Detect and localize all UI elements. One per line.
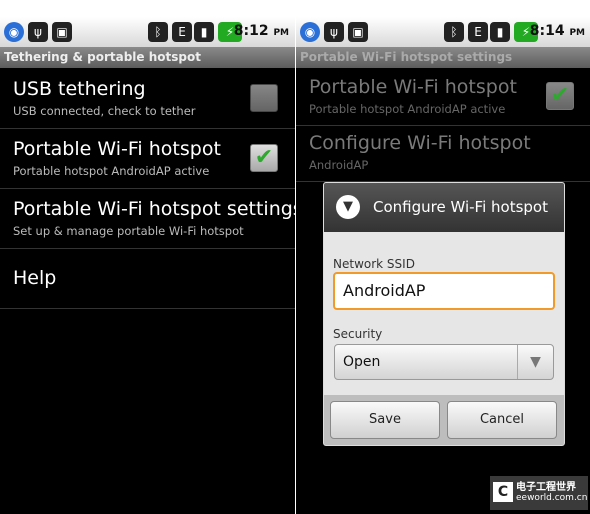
android-icon: ▣: [348, 22, 368, 42]
wifi-icon: ◉: [300, 22, 320, 42]
chevron-down-icon: ▼: [336, 195, 360, 219]
dropdown-arrow-icon: ▼: [517, 345, 553, 379]
usb-tethering-item[interactable]: USB tethering USB connected, check to te…: [0, 68, 295, 129]
watermark-site: eeworld.com.cn: [516, 493, 588, 503]
button-bar: Save Cancel: [324, 395, 564, 445]
edge-data-icon: E: [468, 22, 488, 42]
wifi-hotspot-checkbox[interactable]: ✔: [250, 144, 278, 172]
item-title: Portable Wi-Fi hotspot: [309, 76, 517, 98]
edge-data-icon: E: [172, 22, 192, 42]
left-screen: ◉ ψ ▣ ᛒ E ▮ ⚡ 8:12 PM Tethering & portab…: [0, 17, 295, 514]
status-bar: ◉ ψ ▣ ᛒ E ▮ ⚡ 8:14 PM: [296, 17, 590, 47]
item-title: Portable Wi-Fi hotspot settings: [13, 198, 295, 220]
android-icon: ▣: [52, 22, 72, 42]
dialog-header: ▼ Configure Wi-Fi hotspot: [324, 183, 564, 232]
wifi-hotspot-item[interactable]: Portable Wi-Fi hotspot Portable hotspot …: [296, 68, 590, 126]
item-subtitle: AndroidAP: [309, 158, 369, 172]
item-subtitle: Portable hotspot AndroidAP active: [309, 102, 506, 116]
ssid-label: Network SSID: [333, 257, 415, 271]
signal-icon: ▮: [194, 22, 214, 42]
clock: 8:12 PM: [233, 23, 289, 39]
wifi-hotspot-item[interactable]: Portable Wi-Fi hotspot Portable hotspot …: [0, 129, 295, 189]
usb-icon: ψ: [324, 22, 344, 42]
security-select[interactable]: Open ▼: [334, 344, 554, 380]
bluetooth-icon: ᛒ: [444, 22, 464, 42]
item-title: Portable Wi-Fi hotspot: [13, 138, 221, 160]
save-button[interactable]: Save: [330, 401, 440, 439]
logo-icon: C: [493, 482, 513, 502]
page-title: Tethering & portable hotspot: [0, 47, 295, 68]
wifi-icon: ◉: [4, 22, 24, 42]
page-title: Portable Wi-Fi hotspot settings: [296, 47, 590, 68]
right-screen: ◉ ψ ▣ ᛒ E ▮ ⚡ 8:14 PM Portable Wi-Fi hot…: [296, 17, 590, 514]
item-title: Help: [13, 267, 57, 289]
item-subtitle: USB connected, check to tether: [13, 104, 196, 118]
usb-icon: ψ: [28, 22, 48, 42]
item-subtitle: Set up & manage portable Wi-Fi hotspot: [13, 224, 244, 238]
item-title: Configure Wi-Fi hotspot: [309, 132, 531, 154]
configure-hotspot-dialog: ▼ Configure Wi-Fi hotspot Network SSID A…: [323, 182, 565, 446]
usb-tethering-checkbox[interactable]: [250, 84, 278, 112]
bluetooth-icon: ᛒ: [148, 22, 168, 42]
watermark-cn: 电子工程世界: [516, 482, 576, 493]
help-item[interactable]: Help: [0, 249, 295, 309]
security-value: Open: [343, 354, 381, 370]
cancel-button[interactable]: Cancel: [447, 401, 557, 439]
ssid-input[interactable]: AndroidAP: [333, 272, 555, 310]
watermark-logo: C 电子工程世界 eeworld.com.cn: [490, 476, 588, 510]
signal-icon: ▮: [490, 22, 510, 42]
clock: 8:14 PM: [529, 23, 585, 39]
status-bar: ◉ ψ ▣ ᛒ E ▮ ⚡ 8:12 PM: [0, 17, 295, 47]
wifi-hotspot-checkbox[interactable]: ✔: [546, 82, 574, 110]
item-title: USB tethering: [13, 78, 146, 100]
configure-hotspot-item[interactable]: Configure Wi-Fi hotspot AndroidAP: [296, 126, 590, 182]
item-subtitle: Portable hotspot AndroidAP active: [13, 164, 210, 178]
dialog-title: Configure Wi-Fi hotspot: [373, 198, 548, 216]
security-label: Security: [333, 327, 383, 341]
hotspot-settings-item[interactable]: Portable Wi-Fi hotspot settings Set up &…: [0, 189, 295, 249]
